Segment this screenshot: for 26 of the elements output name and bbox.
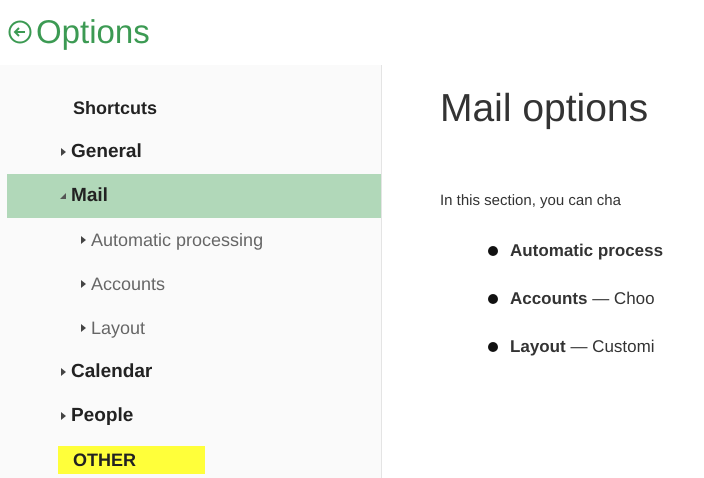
bullet-text: Automatic process [510, 241, 664, 261]
sidebar-subitem[interactable]: Accounts [7, 262, 381, 306]
collapse-arrow-icon [60, 191, 67, 201]
page-title: Options [36, 14, 150, 50]
expand-arrow-icon [60, 147, 67, 157]
sidebar-item[interactable]: Calendar [7, 350, 381, 394]
bullet-text: Layout — Customi [510, 337, 655, 357]
back-icon[interactable] [8, 20, 32, 44]
expand-arrow-icon [80, 279, 87, 289]
bullet-text: Accounts — Choo [510, 289, 655, 309]
expand-arrow-icon [80, 235, 87, 245]
sidebar-heading: OTHER [58, 446, 205, 474]
expand-arrow-icon [80, 323, 87, 333]
bullet-icon [488, 342, 498, 352]
sidebar-item[interactable]: People [7, 394, 381, 438]
expand-arrow-icon [60, 367, 67, 377]
sidebar-item[interactable]: General [7, 130, 381, 174]
bullet-icon [488, 294, 498, 304]
intro-text: In this section, you can cha [440, 191, 622, 211]
bullet-icon [488, 246, 498, 256]
section-title: Mail options [440, 87, 650, 131]
expand-arrow-icon [60, 411, 67, 421]
sidebar-item[interactable]: Mail [7, 174, 381, 218]
sidebar-subitem[interactable]: Automatic processing [7, 218, 381, 262]
sidebar-heading: Shortcuts [72, 97, 158, 120]
sidebar-subitem[interactable]: Layout [7, 306, 381, 350]
